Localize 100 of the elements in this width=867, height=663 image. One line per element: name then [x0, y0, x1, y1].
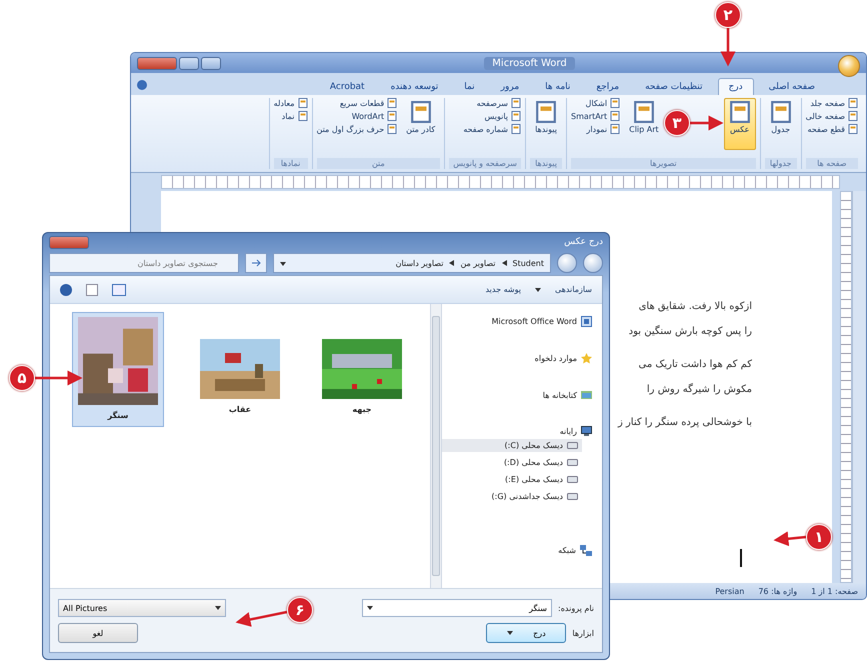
step-number-badge: ۲: [715, 2, 741, 28]
help-icon[interactable]: [137, 80, 147, 90]
document-icon: [298, 111, 308, 121]
office-button[interactable]: [838, 55, 860, 77]
ribbon-button[interactable]: معادله: [274, 98, 308, 108]
document-icon: [848, 124, 858, 134]
tools-menu[interactable]: ابزارها: [572, 628, 594, 638]
dialog-title: درج عکس: [564, 237, 603, 248]
ribbon-button[interactable]: جدول: [764, 98, 797, 150]
ribbon-tab[interactable]: مراجع: [585, 78, 630, 95]
step-number-badge: ۵: [9, 365, 35, 391]
navigation-item[interactable]: کتابخانه ها: [442, 388, 596, 402]
close-button[interactable]: [137, 56, 177, 70]
file-item[interactable]: عقاب: [194, 312, 286, 421]
chevron-icon: [449, 260, 454, 266]
navigation-item[interactable]: رایانه: [442, 424, 596, 439]
file-type-dropdown[interactable]: All Pictures: [58, 599, 226, 617]
document-icon: [610, 111, 620, 121]
navigation-item[interactable]: دیسک محلی (D:): [442, 456, 582, 469]
ribbon-button[interactable]: قطع صفحه: [806, 124, 858, 134]
forward-button[interactable]: [557, 253, 577, 274]
new-folder-button[interactable]: پوشه جدید: [485, 285, 521, 294]
back-button[interactable]: [583, 253, 603, 274]
ribbon-button[interactable]: قطعات سریع: [316, 98, 398, 108]
ribbon-button[interactable]: عکس: [724, 98, 756, 150]
file-item[interactable]: جبهه: [316, 312, 408, 421]
navigation-item[interactable]: دیسک محلی (C:): [442, 439, 582, 452]
view-icon[interactable]: [112, 284, 126, 296]
file-item[interactable]: سنگر: [72, 312, 164, 427]
ribbon-tab[interactable]: درج: [718, 78, 754, 95]
navigation-item[interactable]: موارد دلخواه: [442, 351, 596, 366]
document-icon: [511, 98, 521, 108]
ribbon-button[interactable]: WordArt: [316, 111, 398, 121]
ribbon-button[interactable]: صفحه خالی: [806, 111, 858, 121]
page-count: صفحه: 1 از 1: [811, 586, 858, 596]
preview-pane-icon[interactable]: [86, 284, 98, 296]
ribbon-tab[interactable]: تنظیمات صفحه: [634, 78, 714, 95]
navigation-item[interactable]: Microsoft Office Word: [442, 314, 596, 329]
text-cursor: [740, 549, 742, 567]
ribbon-button[interactable]: سرصفحه: [463, 98, 521, 108]
ribbon-button[interactable]: حرف بزرگ اول متن: [316, 124, 398, 134]
ribbon-button[interactable]: صفحه جلد: [806, 98, 858, 108]
maximize-button[interactable]: [179, 56, 199, 70]
document-text: را پس کوچه بارش سنگین بود: [628, 326, 752, 337]
ribbon-tab[interactable]: Acrobat: [318, 78, 376, 95]
ribbon-button[interactable]: Clip Art: [624, 98, 664, 150]
callout-arrow: [720, 28, 736, 66]
search-field[interactable]: جستجوی تصاویر داستان: [49, 253, 239, 274]
ribbon-button[interactable]: SmartArt: [571, 111, 620, 121]
ribbon-button[interactable]: کادر متن: [401, 98, 440, 150]
ribbon-tab[interactable]: نما: [453, 78, 486, 95]
insert-button[interactable]: درج: [486, 623, 566, 643]
ribbon-button[interactable]: پیوندها: [530, 98, 562, 150]
document-icon: [387, 98, 398, 108]
refresh-icon: [251, 259, 261, 268]
breadcrumb-item[interactable]: تصاویر داستان: [396, 258, 444, 268]
document-icon: [728, 101, 751, 123]
ribbon-button[interactable]: شماره صفحه: [463, 124, 521, 134]
navigation-item[interactable]: دیسک جداشدنی (G:): [442, 490, 582, 503]
network-icon: [580, 545, 592, 556]
word-count: واژه ها: 76: [758, 586, 798, 596]
ribbon-tab[interactable]: صفحه اصلی: [758, 78, 826, 95]
dropdown-arrow-icon: [507, 631, 514, 635]
navigation-item[interactable]: شبکه: [442, 543, 596, 558]
document-icon: [298, 98, 308, 108]
help-icon[interactable]: [60, 284, 72, 296]
scrollbar[interactable]: [852, 191, 866, 583]
folder-icon: [581, 390, 592, 400]
ribbon-tab[interactable]: مرور: [490, 78, 530, 95]
navigation-item[interactable]: دیسک محلی (E:): [442, 473, 582, 486]
group-label: صفحه ها: [806, 158, 858, 169]
ribbon-button[interactable]: نمودار: [571, 124, 620, 134]
group-label: پیوندها: [530, 158, 562, 169]
refresh-button[interactable]: [245, 253, 267, 274]
organize-menu[interactable]: سازماندهی: [554, 285, 592, 294]
star-icon: [581, 353, 592, 364]
close-button[interactable]: [49, 236, 89, 249]
callout-arrow: [690, 116, 724, 130]
breadcrumb-item[interactable]: تصاویر من: [460, 258, 496, 268]
drive-icon: [567, 442, 578, 449]
document-icon: [410, 101, 432, 123]
breadcrumb-item[interactable]: Student: [512, 258, 544, 268]
file-name-field[interactable]: سنگر: [362, 599, 552, 617]
ribbon-tab[interactable]: نامه ها: [534, 78, 582, 95]
document-icon: [581, 316, 592, 327]
ribbon-tab[interactable]: توسعه دهنده: [380, 78, 450, 95]
drive-icon: [567, 459, 578, 466]
document-icon: [511, 111, 521, 121]
ribbon-button[interactable]: پانویس: [463, 111, 521, 121]
ribbon-button[interactable]: اشکال: [571, 98, 620, 108]
cancel-button[interactable]: لغو: [58, 623, 138, 643]
ribbon-button[interactable]: نماد: [274, 111, 308, 121]
document-icon: [770, 101, 792, 123]
document-text: ازکوه بالا رفت. شقایق های: [638, 301, 752, 312]
drive-icon: [567, 493, 578, 500]
group-label: تصویرها: [571, 158, 756, 169]
document-icon: [610, 124, 620, 134]
minimize-button[interactable]: [201, 56, 221, 70]
document-icon: [848, 98, 858, 108]
scrollbar[interactable]: [430, 304, 442, 588]
